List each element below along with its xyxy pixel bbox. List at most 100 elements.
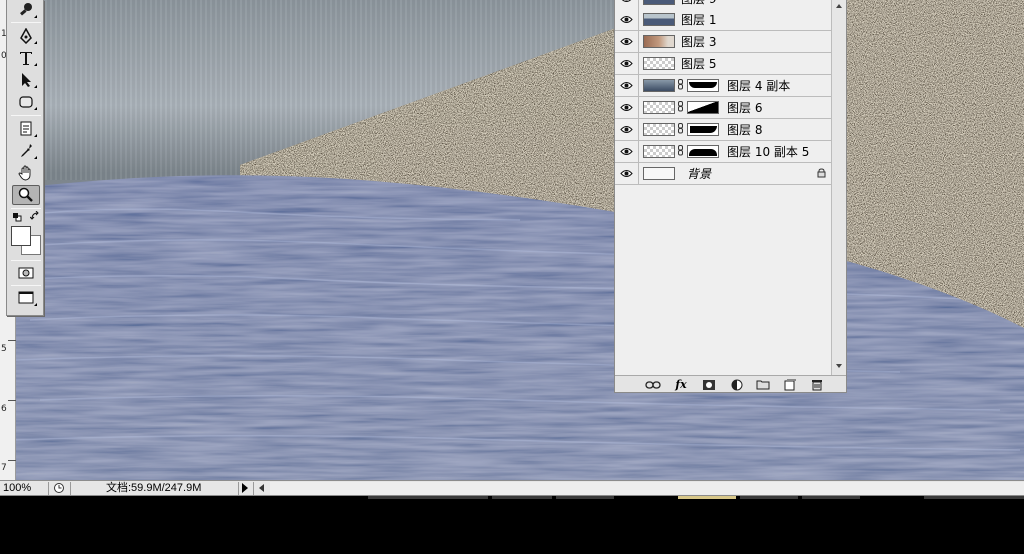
layer-thumbnail[interactable] (643, 13, 675, 26)
screen-mode-button[interactable] (12, 288, 40, 308)
layer-thumbnail[interactable] (643, 57, 675, 70)
layer-row[interactable]: 图层 6 (615, 97, 832, 119)
layer-visibility-toggle[interactable] (615, 31, 639, 52)
eyedropper-tool[interactable] (12, 141, 40, 161)
layer-row[interactable]: 图层 8 (615, 119, 832, 141)
layer-thumbnail[interactable] (643, 35, 675, 48)
add-mask-button[interactable] (701, 378, 717, 391)
shape-tool[interactable] (12, 92, 40, 112)
scroll-down-arrow[interactable] (836, 364, 842, 368)
layer-visibility-toggle[interactable] (615, 75, 639, 96)
tool-submenu-indicator (34, 156, 37, 159)
swap-arrows-icon (29, 210, 39, 220)
layer-visibility-toggle[interactable] (615, 163, 639, 184)
delete-layer-button[interactable] (809, 378, 825, 391)
zoom-tool[interactable] (12, 185, 40, 205)
new-layer-button[interactable] (782, 378, 798, 391)
spot-healing-tool[interactable] (12, 0, 40, 20)
path-selection-tool[interactable] (12, 70, 40, 90)
ruler-tick (8, 400, 16, 401)
taskbar-button[interactable] (492, 496, 552, 499)
taskbar-button[interactable] (802, 496, 860, 499)
mask-link-icon[interactable] (678, 122, 684, 137)
mask-link-icon[interactable] (678, 144, 684, 159)
layer-mask-thumbnail[interactable] (687, 145, 719, 158)
layer-style-button[interactable]: fx (673, 378, 689, 391)
zoom-magnifier-icon (18, 187, 33, 202)
layer-visibility-toggle[interactable] (615, 119, 639, 140)
layer-name[interactable]: 图层 1 (681, 11, 716, 28)
document-canvas[interactable] (0, 0, 1024, 480)
taskbar-button[interactable] (556, 496, 614, 499)
foreground-color-swatch[interactable] (11, 226, 31, 246)
horizontal-scrollbar[interactable] (270, 482, 1024, 495)
quick-mask-button[interactable] (12, 263, 40, 283)
layer-thumbnail[interactable] (643, 101, 675, 114)
layer-visibility-toggle[interactable] (615, 9, 639, 30)
layer-name[interactable]: 图层 10 副本 5 (727, 143, 809, 160)
layer-name[interactable]: 图层 5 (681, 55, 716, 72)
layer-row[interactable]: 图层 10 副本 5 (615, 141, 832, 163)
clock-icon (54, 483, 64, 493)
taskbar-button-active[interactable] (678, 496, 736, 499)
layer-row[interactable]: 背景 (615, 163, 832, 185)
layer-visibility-toggle[interactable] (615, 53, 639, 74)
status-divider (48, 482, 49, 495)
taskbar-button[interactable] (740, 496, 798, 499)
status-divider (253, 482, 254, 495)
scroll-left-arrow-icon[interactable] (259, 484, 264, 492)
layer-name[interactable]: 图层 9 (681, 0, 716, 7)
eye-icon (620, 82, 633, 89)
layer-name[interactable]: 图层 8 (727, 121, 762, 138)
rounded-rect-icon (19, 96, 33, 108)
layer-visibility-toggle[interactable] (615, 141, 639, 162)
layer-row[interactable]: 图层 5 (615, 53, 832, 75)
layers-panel: 图层 9 图层 1 图层 3 图层 5 图层 4 副本图层 6 图层 8 图层 10 副本 … (614, 0, 847, 393)
layer-visibility-toggle[interactable] (615, 0, 639, 9)
new-group-button[interactable] (755, 378, 771, 391)
document-size-info: 文档:59.9M/247.9M (106, 482, 202, 494)
layer-row[interactable]: 图层 3 (615, 31, 832, 53)
layers-scrollbar[interactable] (831, 0, 846, 376)
swap-colors-button[interactable] (29, 210, 40, 221)
pen-tool[interactable] (12, 26, 40, 46)
hand-icon (18, 165, 31, 181)
layer-name[interactable]: 图层 6 (727, 99, 762, 116)
layer-thumbnail[interactable] (643, 79, 675, 92)
layer-thumbnail[interactable] (643, 123, 675, 136)
adjustment-layer-button[interactable] (729, 378, 745, 391)
eye-icon (621, 0, 632, 2)
layer-thumbnail[interactable] (643, 167, 675, 180)
layer-mask-thumbnail[interactable] (687, 123, 719, 136)
layer-thumbnail[interactable] (643, 0, 675, 5)
layer-visibility-toggle[interactable] (615, 97, 639, 118)
layer-name[interactable]: 图层 3 (681, 33, 716, 50)
notes-tool[interactable] (12, 119, 40, 139)
scroll-up-arrow[interactable] (836, 4, 842, 8)
taskbar-button[interactable] (368, 496, 488, 499)
zoom-level-field[interactable]: 100% (3, 482, 47, 495)
taskbar-button[interactable] (924, 496, 1024, 499)
layer-row[interactable]: 图层 4 副本 (615, 75, 832, 97)
tool-submenu-indicator (34, 41, 37, 44)
layer-row[interactable]: 图层 1 (615, 9, 832, 31)
status-menu-arrow-icon[interactable] (242, 483, 248, 493)
tool-divider (11, 285, 41, 286)
tool-submenu-indicator (34, 85, 37, 88)
default-colors-button[interactable] (12, 212, 22, 222)
layer-thumbnail[interactable] (643, 145, 675, 158)
eye-icon (620, 104, 633, 111)
layer-mask-thumbnail[interactable] (687, 101, 719, 114)
layer-name[interactable]: 图层 4 副本 (727, 77, 790, 94)
link-layers-button[interactable] (645, 378, 661, 391)
hand-tool[interactable] (12, 163, 40, 183)
default-colors-icon (13, 213, 22, 222)
status-info-button[interactable] (53, 482, 67, 495)
add-mask-icon (703, 379, 715, 390)
layer-name[interactable]: 背景 (687, 165, 711, 182)
layer-mask-thumbnail[interactable] (687, 79, 719, 92)
mask-link-icon[interactable] (678, 78, 684, 93)
eye-icon (620, 38, 633, 45)
mask-link-icon[interactable] (678, 100, 684, 115)
type-tool[interactable] (12, 48, 40, 68)
